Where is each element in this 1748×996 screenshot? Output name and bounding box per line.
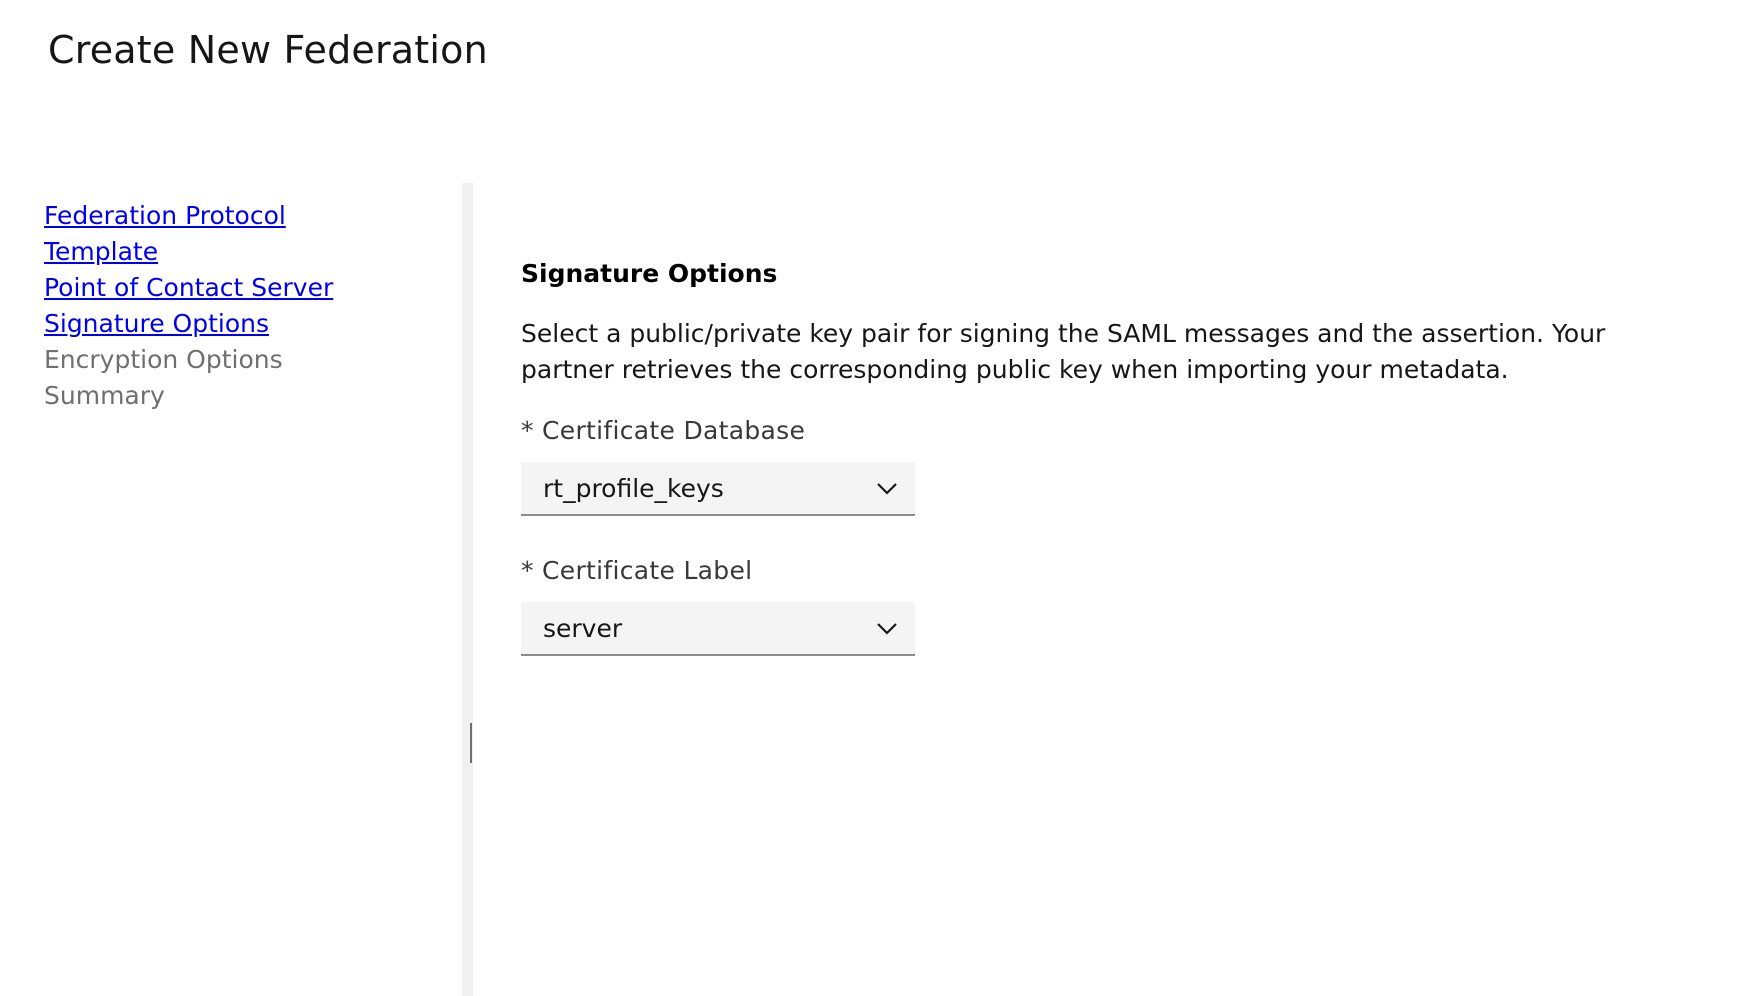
certificate-database-label: * Certificate Database (521, 416, 806, 445)
sidebar-item-template: Template (44, 234, 444, 270)
certificate-label-field: * Certificate Label server (521, 554, 1701, 656)
encryption-options-label: Encryption Options (44, 345, 283, 374)
wizard-step-list: Federation Protocol Template Point of Co… (44, 198, 444, 414)
summary-label: Summary (44, 381, 165, 410)
sidebar-item-signature-options: Signature Options (44, 306, 444, 342)
sidebar-item-encryption-options: Encryption Options (44, 342, 444, 378)
template-link[interactable]: Template (44, 237, 158, 266)
sidebar-item-federation-protocol: Federation Protocol (44, 198, 444, 234)
federation-protocol-link[interactable]: Federation Protocol (44, 201, 286, 230)
certificate-label-label: * Certificate Label (521, 556, 753, 585)
certificate-database-select[interactable]: rt_profile_keys (521, 462, 915, 516)
sidebar-item-point-of-contact-server: Point of Contact Server (44, 270, 444, 306)
certificate-database-value: rt_profile_keys (543, 474, 724, 503)
signature-options-panel: Signature Options Select a public/privat… (521, 256, 1701, 656)
chevron-down-icon (877, 483, 897, 495)
signature-options-link[interactable]: Signature Options (44, 309, 269, 338)
page-title: Create New Federation (48, 28, 488, 72)
panel-resize-handle[interactable] (470, 723, 472, 763)
certificate-label-select[interactable]: server (521, 602, 915, 656)
certificate-label-value: server (543, 614, 623, 643)
wizard-step-navigation: Federation Protocol Template Point of Co… (44, 198, 444, 414)
sidebar-item-summary: Summary (44, 378, 444, 414)
certificate-database-field: * Certificate Database rt_profile_keys (521, 414, 1701, 516)
section-title: Signature Options (521, 259, 778, 288)
panel-divider (462, 183, 473, 996)
chevron-down-icon (877, 623, 897, 635)
point-of-contact-server-link[interactable]: Point of Contact Server (44, 273, 333, 302)
section-description: Select a public/private key pair for sig… (521, 319, 1606, 384)
